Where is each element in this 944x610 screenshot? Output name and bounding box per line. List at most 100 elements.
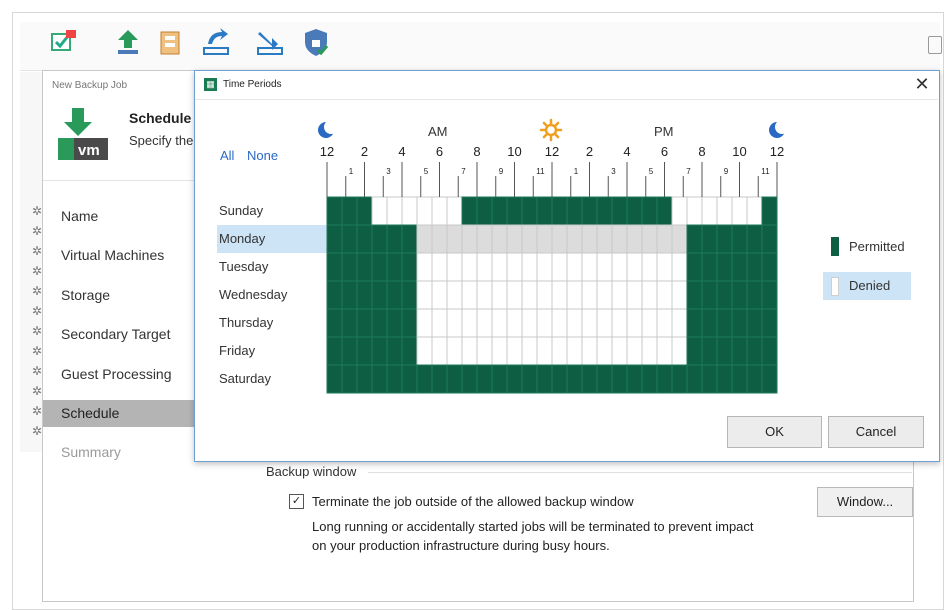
terminate-job-checkbox[interactable]: ✓ bbox=[289, 494, 304, 509]
schedule-cell[interactable] bbox=[416, 364, 433, 394]
security-icon[interactable] bbox=[300, 26, 332, 58]
schedule-cell[interactable] bbox=[611, 280, 628, 310]
nav-step-guest-processing[interactable]: Guest Processing bbox=[43, 361, 195, 388]
schedule-cell[interactable] bbox=[731, 280, 748, 310]
schedule-cell[interactable] bbox=[746, 224, 763, 254]
schedule-cell[interactable] bbox=[521, 308, 538, 338]
schedule-cell[interactable] bbox=[341, 280, 358, 310]
schedule-cell[interactable] bbox=[356, 336, 373, 366]
schedule-cell[interactable] bbox=[551, 364, 568, 394]
schedule-cell[interactable] bbox=[641, 336, 658, 366]
schedule-cell[interactable] bbox=[506, 252, 523, 282]
schedule-cell[interactable] bbox=[491, 252, 508, 282]
schedule-cell[interactable] bbox=[446, 364, 463, 394]
schedule-cell[interactable] bbox=[416, 336, 433, 366]
schedule-cell[interactable] bbox=[431, 308, 448, 338]
schedule-cell[interactable] bbox=[536, 308, 553, 338]
schedule-cell[interactable] bbox=[641, 196, 658, 226]
ok-button[interactable]: OK bbox=[727, 416, 822, 448]
schedule-cell[interactable] bbox=[386, 224, 403, 254]
schedule-cell[interactable] bbox=[581, 308, 598, 338]
schedule-cell[interactable] bbox=[746, 308, 763, 338]
schedule-cell[interactable] bbox=[761, 308, 778, 338]
schedule-cell[interactable] bbox=[581, 224, 598, 254]
schedule-cell[interactable] bbox=[761, 224, 778, 254]
schedule-cell[interactable] bbox=[491, 364, 508, 394]
schedule-cell[interactable] bbox=[326, 196, 343, 226]
schedule-cell[interactable] bbox=[581, 280, 598, 310]
schedule-cell[interactable] bbox=[461, 224, 478, 254]
schedule-cell[interactable] bbox=[551, 336, 568, 366]
schedule-cell[interactable] bbox=[506, 364, 523, 394]
schedule-cell[interactable] bbox=[716, 364, 733, 394]
schedule-cell[interactable] bbox=[641, 252, 658, 282]
schedule-cell[interactable] bbox=[701, 280, 718, 310]
schedule-cell[interactable] bbox=[536, 224, 553, 254]
schedule-cell[interactable] bbox=[341, 364, 358, 394]
schedule-cell[interactable] bbox=[341, 336, 358, 366]
schedule-cell[interactable] bbox=[461, 364, 478, 394]
day-label-wednesday[interactable]: Wednesday bbox=[219, 281, 287, 309]
schedule-cell[interactable] bbox=[596, 280, 613, 310]
schedule-cell[interactable] bbox=[731, 336, 748, 366]
schedule-cell[interactable] bbox=[626, 280, 643, 310]
denied-legend-label[interactable]: Denied bbox=[849, 278, 890, 293]
schedule-cell[interactable] bbox=[521, 364, 538, 394]
schedule-cell[interactable] bbox=[671, 224, 688, 254]
schedule-cell[interactable] bbox=[641, 224, 658, 254]
schedule-cell[interactable] bbox=[701, 252, 718, 282]
schedule-cell[interactable] bbox=[761, 336, 778, 366]
schedule-cell[interactable] bbox=[356, 308, 373, 338]
schedule-cell[interactable] bbox=[356, 196, 373, 226]
schedule-cell[interactable] bbox=[521, 336, 538, 366]
schedule-cell[interactable] bbox=[581, 196, 598, 226]
schedule-cell[interactable] bbox=[671, 308, 688, 338]
schedule-cell[interactable] bbox=[611, 364, 628, 394]
schedule-cell[interactable] bbox=[566, 196, 583, 226]
schedule-cell[interactable] bbox=[656, 336, 673, 366]
schedule-cell[interactable] bbox=[431, 224, 448, 254]
day-label-thursday[interactable]: Thursday bbox=[219, 309, 273, 337]
schedule-cell[interactable] bbox=[431, 252, 448, 282]
schedule-cell[interactable] bbox=[416, 196, 433, 226]
schedule-cell[interactable] bbox=[656, 280, 673, 310]
schedule-cell[interactable] bbox=[551, 280, 568, 310]
schedule-cell[interactable] bbox=[611, 196, 628, 226]
schedule-cell[interactable] bbox=[476, 196, 493, 226]
schedule-cell[interactable] bbox=[356, 224, 373, 254]
schedule-cell[interactable] bbox=[536, 252, 553, 282]
schedule-cell[interactable] bbox=[716, 196, 733, 226]
surebackup-icon[interactable] bbox=[48, 26, 80, 58]
permitted-swatch[interactable] bbox=[831, 237, 839, 256]
schedule-cell[interactable] bbox=[671, 252, 688, 282]
schedule-cell[interactable] bbox=[371, 252, 388, 282]
schedule-cell[interactable] bbox=[476, 280, 493, 310]
schedule-cell[interactable] bbox=[761, 280, 778, 310]
schedule-cell[interactable] bbox=[461, 196, 478, 226]
schedule-cell[interactable] bbox=[476, 224, 493, 254]
schedule-cell[interactable] bbox=[716, 336, 733, 366]
schedule-cell[interactable] bbox=[566, 224, 583, 254]
schedule-cell[interactable] bbox=[686, 196, 703, 226]
schedule-cell[interactable] bbox=[701, 336, 718, 366]
schedule-cell[interactable] bbox=[746, 336, 763, 366]
schedule-cell[interactable] bbox=[596, 336, 613, 366]
schedule-cell[interactable] bbox=[551, 224, 568, 254]
schedule-cell[interactable] bbox=[671, 196, 688, 226]
schedule-cell[interactable] bbox=[641, 308, 658, 338]
schedule-cell[interactable] bbox=[341, 308, 358, 338]
schedule-cell[interactable] bbox=[581, 252, 598, 282]
schedule-cell[interactable] bbox=[521, 224, 538, 254]
schedule-cell[interactable] bbox=[506, 280, 523, 310]
schedule-cell[interactable] bbox=[326, 280, 343, 310]
schedule-cell[interactable] bbox=[491, 336, 508, 366]
schedule-cell[interactable] bbox=[596, 252, 613, 282]
day-label-saturday[interactable]: Saturday bbox=[219, 365, 271, 393]
schedule-cell[interactable] bbox=[716, 308, 733, 338]
schedule-cell[interactable] bbox=[446, 224, 463, 254]
schedule-cell[interactable] bbox=[731, 308, 748, 338]
schedule-cell[interactable] bbox=[341, 224, 358, 254]
schedule-cell[interactable] bbox=[326, 308, 343, 338]
schedule-cell[interactable] bbox=[656, 308, 673, 338]
schedule-cell[interactable] bbox=[731, 364, 748, 394]
